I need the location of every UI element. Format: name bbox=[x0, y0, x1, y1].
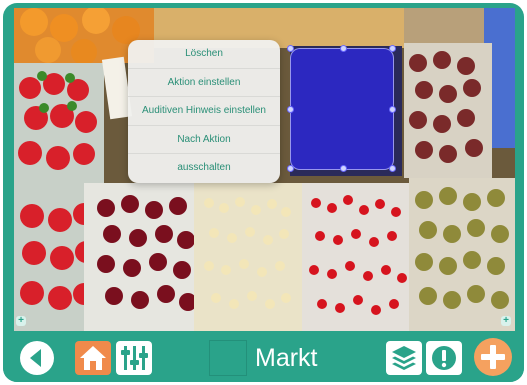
menu-item-after-action[interactable]: Nach Aktion bbox=[128, 126, 280, 155]
app-frame: + + Löschen Aktion einstellen Auditiven … bbox=[3, 3, 524, 382]
resize-handle-top[interactable] bbox=[340, 45, 347, 52]
add-button[interactable] bbox=[473, 338, 513, 376]
bottom-toolbar: Markt bbox=[3, 332, 524, 382]
resize-handle-bottom[interactable] bbox=[340, 165, 347, 172]
resize-handle-top-left[interactable] bbox=[287, 45, 294, 52]
menu-item-delete[interactable]: Löschen bbox=[128, 40, 280, 69]
empty-image-slot[interactable] bbox=[209, 340, 247, 376]
menu-item-set-audio-hint[interactable]: Auditiven Hinweis einstellen bbox=[128, 97, 280, 126]
selected-region-overlay[interactable] bbox=[287, 45, 396, 172]
home-icon bbox=[75, 341, 111, 375]
resize-handle-bottom-right[interactable] bbox=[389, 165, 396, 172]
layers-button[interactable] bbox=[385, 340, 423, 376]
home-button[interactable] bbox=[74, 340, 112, 376]
resize-handle-top-right[interactable] bbox=[389, 45, 396, 52]
resize-handle-right[interactable] bbox=[389, 106, 396, 113]
exclamation-icon bbox=[426, 341, 462, 375]
resize-handle-left[interactable] bbox=[287, 106, 294, 113]
layers-icon bbox=[386, 341, 422, 375]
back-button[interactable] bbox=[19, 340, 55, 376]
resize-handle-bottom-left[interactable] bbox=[287, 165, 294, 172]
back-arrow-icon bbox=[20, 341, 54, 375]
alert-button[interactable] bbox=[425, 340, 463, 376]
plus-icon bbox=[474, 338, 512, 376]
sliders-icon bbox=[116, 341, 152, 375]
corner-add-right-icon[interactable]: + bbox=[501, 316, 511, 326]
settings-sliders-button[interactable] bbox=[115, 340, 153, 376]
corner-add-left-icon[interactable]: + bbox=[16, 316, 26, 326]
menu-item-turn-off[interactable]: ausschalten bbox=[128, 154, 280, 183]
context-menu: Löschen Aktion einstellen Auditiven Hinw… bbox=[128, 40, 280, 183]
menu-item-set-action[interactable]: Aktion einstellen bbox=[128, 69, 280, 98]
page-title: Markt bbox=[255, 344, 318, 372]
